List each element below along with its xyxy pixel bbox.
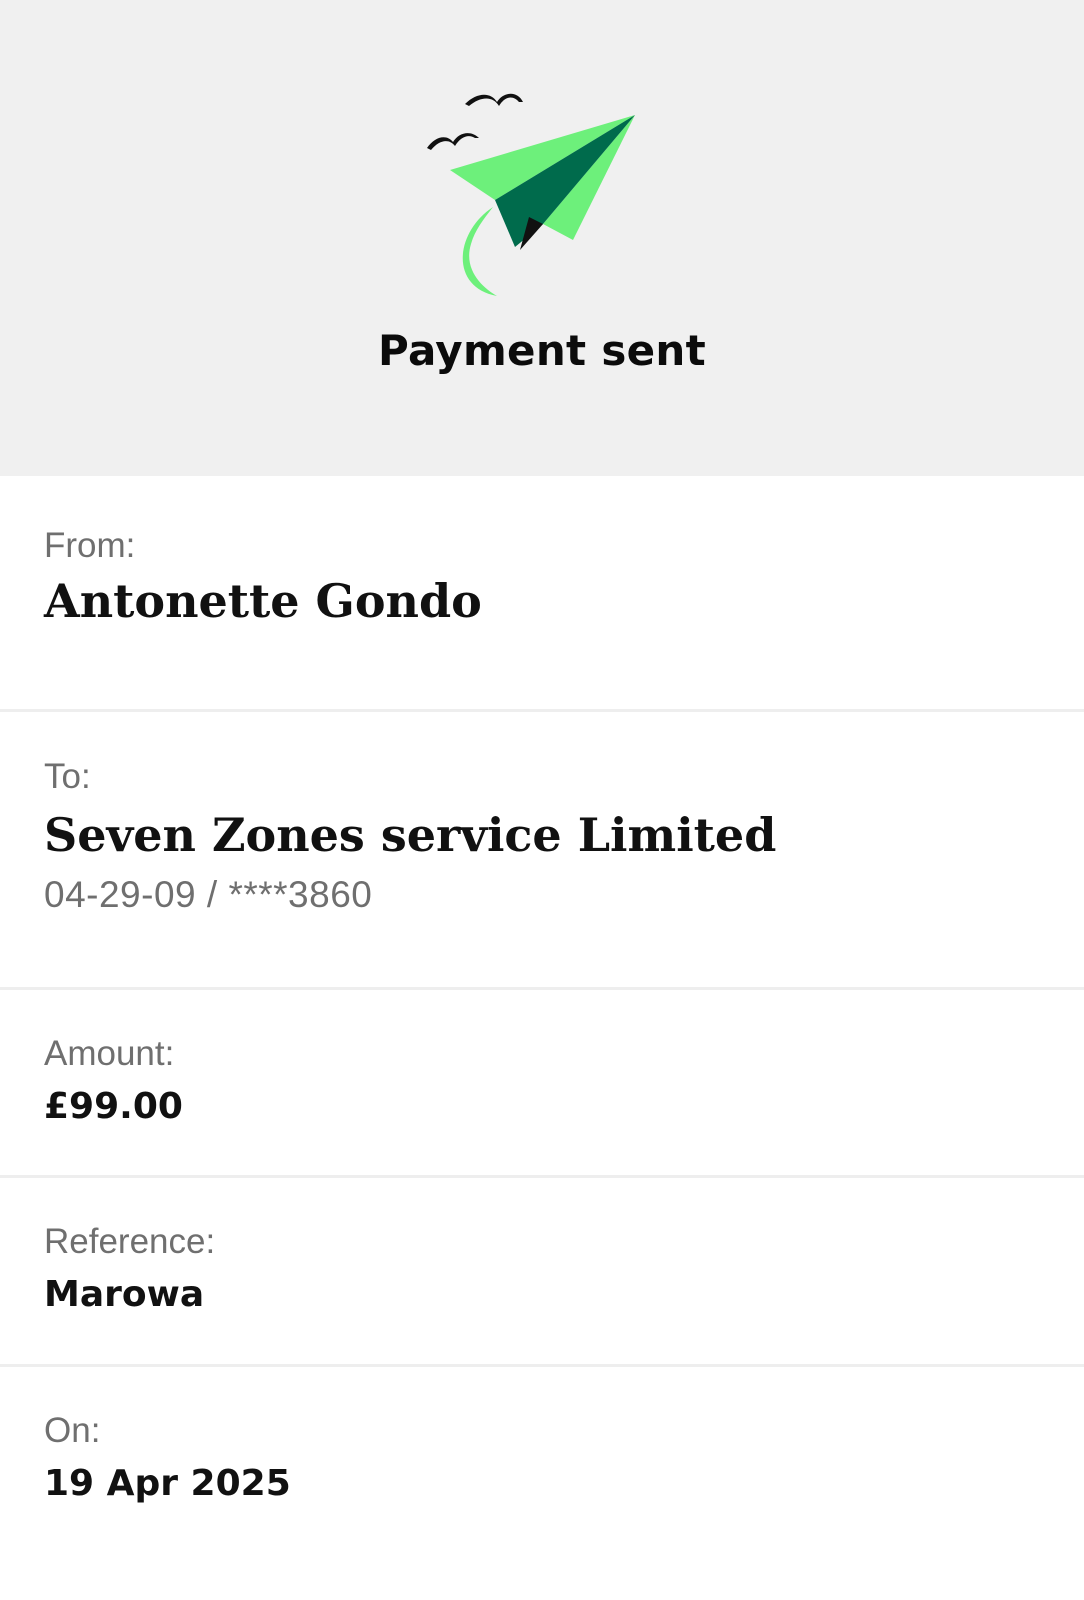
from-section: From: Antonette Gondo [0, 476, 1084, 712]
amount-value: £99.00 [44, 1086, 183, 1127]
bird-icon [465, 93, 523, 106]
amount-label: Amount: [44, 1034, 175, 1073]
confirmation-header: Payment sent [0, 0, 1084, 476]
to-label: To: [44, 757, 91, 796]
reference-label: Reference: [44, 1222, 216, 1261]
paper-plane-icon [427, 93, 635, 296]
from-name: Antonette Gondo [44, 574, 482, 628]
from-label: From: [44, 526, 136, 565]
amount-section: Amount: £99.00 [0, 990, 1084, 1178]
bird-icon [427, 133, 479, 150]
date-value: 19 Apr 2025 [44, 1463, 291, 1504]
reference-section: Reference: Marowa [0, 1178, 1084, 1367]
to-account-details: 04-29-09 / ****3860 [44, 874, 373, 915]
to-section: To: Seven Zones service Limited 04-29-09… [0, 712, 1084, 990]
reference-value: Marowa [44, 1274, 205, 1315]
page-title: Payment sent [378, 326, 706, 375]
date-section: On: 19 Apr 2025 [0, 1367, 1084, 1600]
trail-swoosh [462, 207, 497, 296]
date-label: On: [44, 1411, 101, 1450]
to-name: Seven Zones service Limited [44, 808, 777, 862]
